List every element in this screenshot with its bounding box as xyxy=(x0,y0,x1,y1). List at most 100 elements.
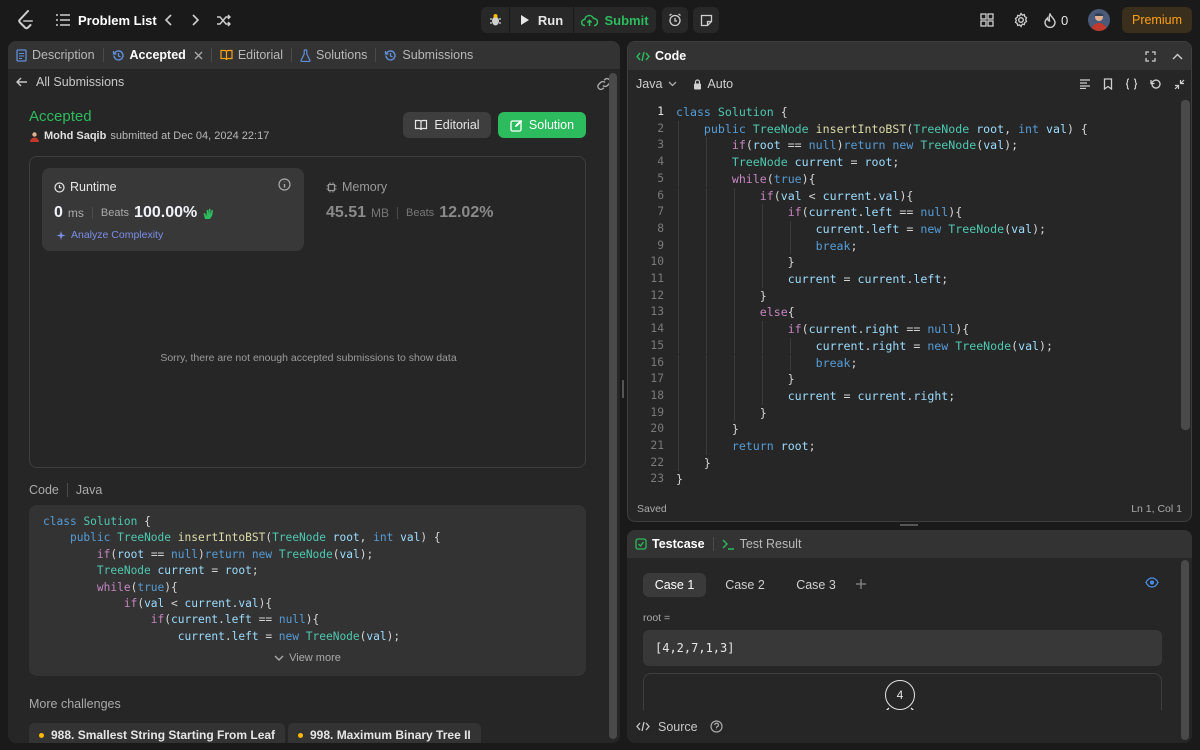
flask-icon xyxy=(300,48,311,62)
shuffle-icon[interactable] xyxy=(214,11,232,29)
line-number: 4 xyxy=(657,155,664,169)
braces-icon[interactable] xyxy=(1119,70,1144,98)
analyze-complexity-link[interactable]: Analyze Complexity xyxy=(56,229,163,241)
chevron-up-icon[interactable] xyxy=(1164,42,1191,70)
undo-icon[interactable] xyxy=(1144,70,1168,98)
tab-code[interactable]: Code xyxy=(628,42,694,70)
resize-handle-vertical[interactable] xyxy=(622,380,624,398)
tab-solutions[interactable]: Solutions xyxy=(292,41,375,69)
divider xyxy=(66,483,68,497)
tab-test-result[interactable]: Test Result xyxy=(714,530,810,558)
line-number: 18 xyxy=(650,388,664,402)
resize-handle-horizontal[interactable] xyxy=(900,524,918,526)
problem-list-label: Problem List xyxy=(78,12,157,28)
maximize-icon[interactable] xyxy=(1137,42,1164,70)
layout-grid-icon[interactable] xyxy=(978,11,996,29)
source-label[interactable]: Source xyxy=(658,720,698,734)
view-more-label: View more xyxy=(289,652,341,664)
problem-list-button[interactable]: Problem List xyxy=(56,10,157,30)
gear-icon[interactable] xyxy=(1012,11,1030,29)
play-icon xyxy=(520,14,530,26)
code-header: Code Java xyxy=(29,483,102,497)
tab-accepted-label: Accepted xyxy=(129,48,186,62)
view-more-button[interactable]: View more xyxy=(29,652,586,664)
memory-values: 45.51 MB Beats 12.02% xyxy=(326,204,493,222)
chevron-down-icon xyxy=(668,81,677,87)
eye-icon[interactable] xyxy=(1145,577,1159,588)
arrow-left-icon xyxy=(16,77,28,87)
memory-unit: MB xyxy=(371,206,390,220)
scrollbar[interactable] xyxy=(1181,100,1190,430)
tab-code-label: Code xyxy=(655,49,687,63)
submitter-name[interactable]: Mohd Saqib xyxy=(44,130,106,142)
runtime-unit: ms xyxy=(67,206,84,220)
plus-icon[interactable] xyxy=(855,578,867,590)
chevron-left-icon[interactable] xyxy=(160,11,176,29)
avatar[interactable] xyxy=(1088,9,1110,31)
format-lines-icon[interactable] xyxy=(1073,70,1097,98)
runtime-card[interactable]: Runtime 0 ms Beats 100.00% Analyze Compl… xyxy=(42,168,304,251)
tab-testcase[interactable]: Testcase xyxy=(627,530,713,558)
language-label: Java xyxy=(636,77,663,91)
left-tab-bar: Description Accepted Editorial Solutions… xyxy=(8,41,620,69)
case-tab-1[interactable]: Case 1 xyxy=(643,573,706,597)
tab-description[interactable]: Description xyxy=(8,41,103,69)
debug-button[interactable] xyxy=(481,7,509,33)
scrollbar[interactable] xyxy=(609,73,617,739)
user-avatar-icon xyxy=(29,131,40,142)
chevron-right-icon[interactable] xyxy=(188,11,204,29)
memory-beats-value: 12.02% xyxy=(439,204,494,221)
tree-node: 4 xyxy=(885,680,915,710)
solution-button[interactable]: Solution xyxy=(498,112,586,138)
chevron-down-icon xyxy=(274,655,284,662)
code-preview: class Solution { public TreeNode insertI… xyxy=(29,505,586,676)
editorial-button[interactable]: Editorial xyxy=(403,112,491,138)
streak-counter[interactable]: 0 xyxy=(1044,11,1068,29)
history-icon xyxy=(112,49,125,62)
runtime-value: 0 xyxy=(54,204,63,221)
no-data-message: Sorry, there are not enough accepted sub… xyxy=(160,352,457,364)
editor-code-text[interactable]: class Solution { public TreeNode insertI… xyxy=(676,104,1088,488)
premium-button[interactable]: Premium xyxy=(1122,7,1192,33)
auto-mode-toggle[interactable]: Auto xyxy=(685,70,741,98)
info-icon[interactable] xyxy=(278,178,291,191)
tab-editorial[interactable]: Editorial xyxy=(212,41,291,69)
clap-emoji-icon xyxy=(202,207,215,220)
case-tab-3[interactable]: Case 3 xyxy=(785,573,847,597)
checkbox-icon xyxy=(635,538,647,550)
challenge-item[interactable]: 988. Smallest String Starting From Leaf xyxy=(29,723,286,743)
language-select[interactable]: Java xyxy=(628,70,685,98)
close-icon[interactable] xyxy=(194,51,203,60)
root-input[interactable]: [4,2,7,1,3] xyxy=(643,630,1162,666)
memory-card[interactable]: Memory 45.51 MB Beats 12.02% xyxy=(326,168,576,251)
alarm-clock-icon[interactable] xyxy=(662,7,688,33)
case-tab-2[interactable]: Case 2 xyxy=(714,573,776,597)
memory-header: Memory xyxy=(326,180,387,194)
run-button[interactable]: Run xyxy=(510,7,573,33)
line-number: 22 xyxy=(650,455,664,469)
more-challenges-label: More challenges xyxy=(29,697,121,711)
line-number: 19 xyxy=(650,405,664,419)
submitter-info: Mohd Saqib submitted at Dec 04, 2024 22:… xyxy=(29,130,269,142)
submit-button[interactable]: Submit xyxy=(574,7,656,33)
bookmark-icon[interactable] xyxy=(1097,70,1119,98)
challenge-item[interactable]: 998. Maximum Binary Tree II xyxy=(288,723,481,743)
note-icon[interactable] xyxy=(693,7,719,33)
leetcode-logo-icon[interactable] xyxy=(16,10,36,30)
clock-icon xyxy=(54,181,65,193)
collapse-icon[interactable] xyxy=(1168,70,1191,98)
scrollbar[interactable] xyxy=(1181,560,1189,740)
all-submissions-link[interactable]: All Submissions xyxy=(16,75,124,89)
runtime-beats-value: 100.00% xyxy=(134,204,198,221)
line-number: 2 xyxy=(657,121,664,135)
code-tab-bar: Code xyxy=(628,42,1191,70)
code-preview-text: class Solution { public TreeNode insertI… xyxy=(43,515,441,643)
help-icon[interactable] xyxy=(710,720,723,733)
code-editor[interactable]: 1 2 3 4 5 6 7 8 9 10 11 12 13 14 15 16 17 18 19 20 21 22 23 cl… xyxy=(628,104,1183,494)
code-icon xyxy=(636,721,650,732)
tab-testcase-label: Testcase xyxy=(652,537,705,551)
tab-accepted[interactable]: Accepted xyxy=(104,41,211,69)
difficulty-dot xyxy=(39,732,44,738)
tab-submissions[interactable]: Submissions xyxy=(376,41,481,69)
bug-icon xyxy=(489,13,502,27)
